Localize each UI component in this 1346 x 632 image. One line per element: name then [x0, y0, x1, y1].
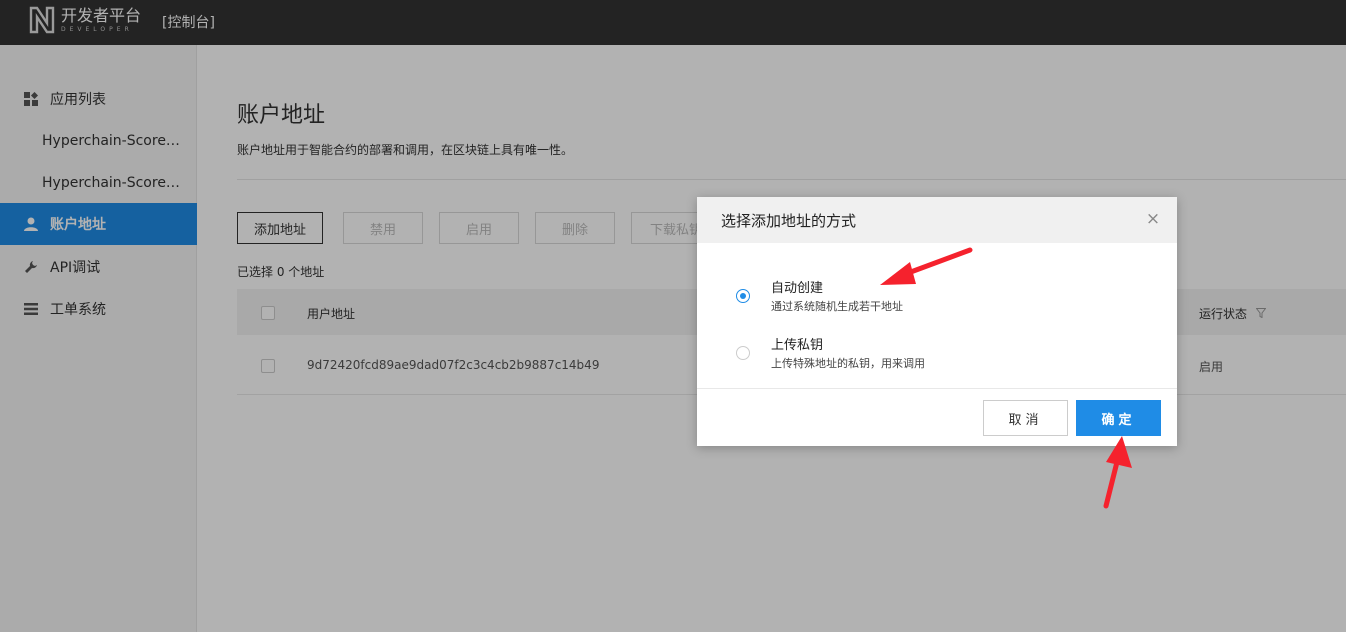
option-upload-key-desc: 上传特殊地址的私钥，用来调用 [771, 357, 925, 370]
confirm-button[interactable]: 确定 [1076, 400, 1161, 436]
dialog-title: 选择添加地址的方式 [721, 212, 857, 230]
cancel-button[interactable]: 取消 [983, 400, 1068, 436]
option-auto-create-desc: 通过系统随机生成若干地址 [771, 300, 903, 313]
dialog-header: 选择添加地址的方式 × [697, 197, 1177, 243]
close-icon[interactable]: × [1145, 209, 1161, 229]
add-address-dialog: 选择添加地址的方式 × 自动创建 通过系统随机生成若干地址 上传私钥 上传特殊地… [697, 197, 1177, 446]
option-upload-key-label[interactable]: 上传私钥 [771, 334, 823, 353]
option-auto-create-label[interactable]: 自动创建 [771, 277, 823, 296]
dialog-footer-divider [697, 388, 1177, 389]
radio-auto-create[interactable] [736, 289, 750, 303]
radio-upload-key[interactable] [736, 346, 750, 360]
